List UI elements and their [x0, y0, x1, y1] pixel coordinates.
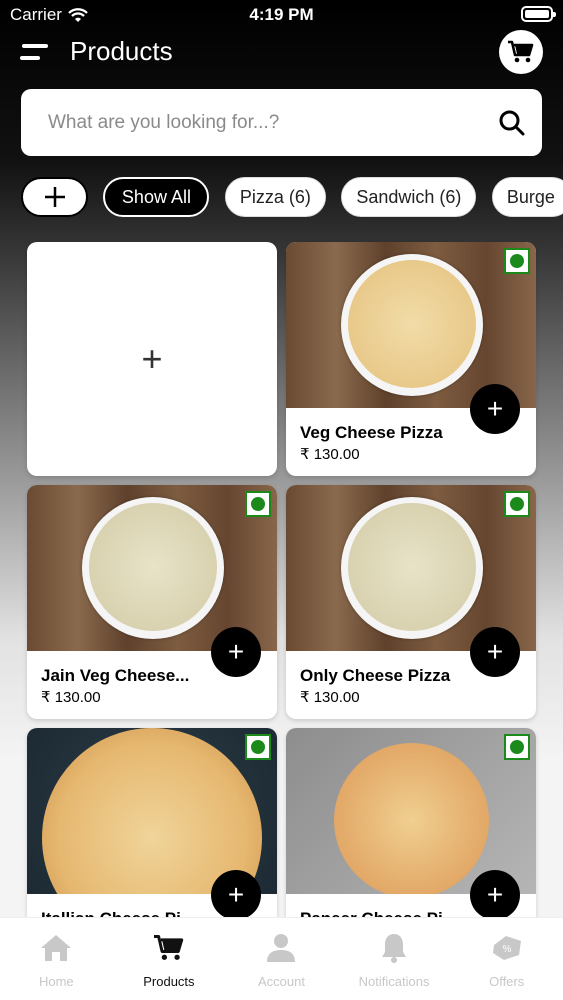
tab-home-label: Home [38, 974, 74, 989]
page-title: Products [70, 36, 173, 66]
tab-notifications[interactable]: Notifications [338, 918, 451, 1000]
veg-indicator-icon [504, 491, 530, 517]
product-image [286, 242, 536, 408]
product-price: ₹ 130.00 [300, 446, 360, 463]
chip-burger[interactable]: Burge [491, 177, 563, 217]
plus-icon: + [141, 338, 163, 379]
veg-indicator-icon [504, 734, 530, 760]
add-to-cart-button[interactable]: + [470, 870, 520, 920]
home-icon [41, 935, 72, 961]
header: Products [0, 30, 563, 80]
tab-home[interactable]: Home [0, 918, 113, 1000]
search-icon[interactable] [498, 109, 526, 137]
status-bar: Carrier 4:19 PM [0, 0, 563, 30]
add-category-chip[interactable] [21, 177, 88, 217]
cart-icon [508, 40, 534, 63]
veg-indicator-icon [245, 734, 271, 760]
person-icon [267, 934, 296, 962]
chip-show-all[interactable]: Show All [103, 177, 210, 217]
tab-offers-label: Offers [489, 974, 525, 989]
product-card[interactable]: + Veg Cheese Pizza ₹ 130.00 [286, 242, 536, 476]
battery-icon [521, 6, 556, 22]
add-product-card[interactable]: + [27, 242, 277, 476]
menu-icon[interactable] [20, 42, 48, 64]
product-card[interactable]: + Jain Veg Cheese... ₹ 130.00 [27, 485, 277, 719]
chip-pizza[interactable]: Pizza (6) [224, 177, 326, 217]
bell-icon [382, 934, 407, 963]
product-image [286, 728, 536, 894]
tab-offers[interactable]: % Offers [450, 918, 563, 1000]
product-price: ₹ 130.00 [300, 689, 360, 706]
tab-notifications-label: Notifications [358, 974, 430, 989]
product-name: Jain Veg Cheese... [41, 666, 190, 685]
add-to-cart-button[interactable]: + [470, 384, 520, 434]
cart-icon [153, 934, 184, 960]
plus-icon [44, 187, 65, 207]
category-chips: Show All Pizza (6) Sandwich (6) Burge [21, 177, 563, 219]
product-image [27, 485, 277, 651]
product-name: Veg Cheese Pizza [300, 423, 443, 442]
offer-tag-icon: % [492, 936, 521, 960]
product-price: ₹ 130.00 [41, 689, 101, 706]
veg-indicator-icon [504, 248, 530, 274]
product-image [27, 728, 277, 894]
svg-text:%: % [502, 944, 511, 955]
cart-button[interactable] [499, 30, 543, 74]
product-image [286, 485, 536, 651]
tab-products-label: Products [143, 974, 195, 989]
chip-sandwich[interactable]: Sandwich (6) [341, 177, 477, 217]
add-to-cart-button[interactable]: + [470, 627, 520, 677]
tab-products[interactable]: Products [113, 918, 226, 1000]
bottom-tab-bar: Home Products Account Notifications % Of… [0, 917, 563, 1000]
add-to-cart-button[interactable]: + [211, 870, 261, 920]
tab-account[interactable]: Account [225, 918, 338, 1000]
status-time: 4:19 PM [249, 5, 314, 24]
veg-indicator-icon [245, 491, 271, 517]
search-box [21, 89, 542, 156]
add-to-cart-button[interactable]: + [211, 627, 261, 677]
product-card[interactable]: + Only Cheese Pizza ₹ 130.00 [286, 485, 536, 719]
tab-account-label: Account [257, 974, 305, 989]
product-name: Only Cheese Pizza [300, 666, 451, 685]
search-input[interactable] [21, 89, 491, 156]
